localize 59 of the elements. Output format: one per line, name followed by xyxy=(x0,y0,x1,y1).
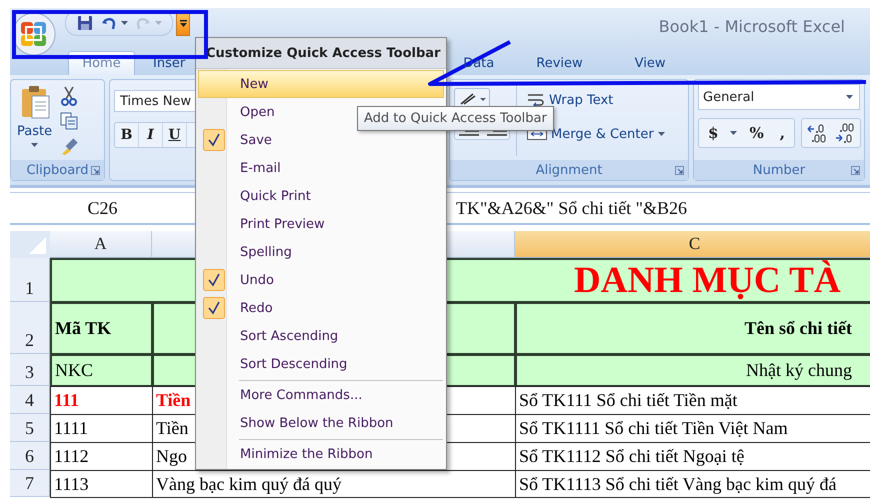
menu-item[interactable]: Print Preview xyxy=(198,210,444,238)
number-format-field[interactable]: General xyxy=(698,84,860,110)
caret-icon[interactable] xyxy=(180,20,186,27)
row-header[interactable]: 7 xyxy=(10,470,50,497)
group-label: Clipboard xyxy=(26,162,89,178)
menu-item[interactable]: E-mail xyxy=(198,154,444,182)
number-format-button[interactable]: % xyxy=(743,124,770,142)
group-label: Alignment xyxy=(536,162,602,178)
menu-item[interactable]: New xyxy=(198,70,444,98)
sheet-title: DANH MỤC TÀ xyxy=(574,259,841,302)
wrap-text-icon xyxy=(527,92,545,108)
tooltip: Add to Quick Access Toolbar xyxy=(357,106,554,131)
format-button[interactable]: U xyxy=(163,123,187,147)
dialog-launcher-icon[interactable] xyxy=(851,166,860,174)
row-header[interactable]: 1 xyxy=(10,258,50,302)
caret-icon[interactable] xyxy=(730,131,738,135)
wrap-text-button[interactable]: Wrap Text xyxy=(549,92,614,108)
table-cell: NKC xyxy=(50,354,153,387)
clipboard-icon xyxy=(20,84,50,120)
column-header[interactable]: C xyxy=(515,231,870,258)
caret-icon[interactable] xyxy=(846,95,853,99)
row-header[interactable]: 2 xyxy=(10,302,50,354)
table-cell: 1113 xyxy=(50,470,153,498)
brush-icon[interactable] xyxy=(60,136,80,156)
window-title: Book1 - Microsoft Excel xyxy=(658,17,845,36)
menu-item[interactable]: Quick Print xyxy=(198,182,444,210)
scissors-icon[interactable] xyxy=(60,86,78,106)
save-icon[interactable] xyxy=(76,14,94,32)
ribbon-tab[interactable]: View xyxy=(620,51,680,75)
caret-icon[interactable] xyxy=(31,143,38,147)
menu-title: Customize Quick Access Toolbar xyxy=(196,38,446,69)
table-cell: Tên sổ chi tiết xyxy=(515,302,870,355)
menu-item[interactable]: Sort Descending xyxy=(198,350,444,378)
format-button[interactable]: B xyxy=(115,123,139,147)
group-label: Number xyxy=(752,162,806,178)
dialog-launcher-icon[interactable] xyxy=(675,166,684,174)
merge-center-button[interactable]: Merge & Center xyxy=(551,126,654,142)
format-button[interactable]: I xyxy=(139,123,163,147)
menu-item[interactable]: Sort Ascending xyxy=(198,322,444,350)
number-format-button[interactable]: $ xyxy=(702,124,724,142)
table-cell: 111 xyxy=(50,386,153,415)
row-header[interactable]: 6 xyxy=(10,442,50,470)
menu-item[interactable]: Undo xyxy=(198,266,444,294)
paste-button[interactable]: Paste xyxy=(15,84,54,156)
row-header[interactable]: 4 xyxy=(10,386,50,414)
number-format-button[interactable]: , xyxy=(774,124,791,142)
dialog-launcher-icon[interactable] xyxy=(91,166,100,174)
row-header[interactable]: 5 xyxy=(10,414,50,442)
table-cell: Mã TK xyxy=(50,302,153,355)
formula-field[interactable]: TK"&A26&" Sổ chi tiết "&B26 xyxy=(448,193,870,223)
caret-icon[interactable] xyxy=(121,20,128,24)
caret-icon[interactable] xyxy=(658,132,665,136)
copy-icon[interactable] xyxy=(60,112,78,130)
row-header[interactable]: 3 xyxy=(10,354,50,386)
column-header[interactable]: A xyxy=(50,231,152,258)
menu-item[interactable]: Spelling xyxy=(198,238,444,266)
ribbon-tab[interactable]: Review xyxy=(522,51,597,75)
table-cell: Nhật ký chung xyxy=(515,354,870,387)
menu-item[interactable]: Redo xyxy=(198,294,444,322)
